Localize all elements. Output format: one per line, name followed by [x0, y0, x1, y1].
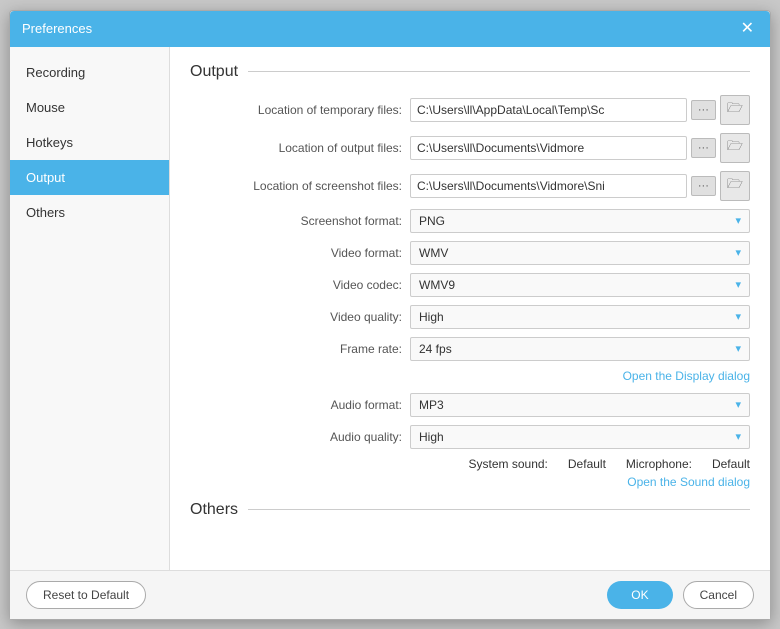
footer: Reset to Default OK Cancel	[10, 570, 770, 619]
audio-quality-row: Audio quality: High ▾	[190, 425, 750, 449]
video-format-field: WMV ▾	[410, 241, 750, 265]
video-quality-row: Video quality: High ▾	[190, 305, 750, 329]
temp-files-input[interactable]	[410, 98, 687, 122]
output-files-row: Location of output files: ··· 🗁	[190, 133, 750, 163]
sound-info-row: System sound: Default Microphone: Defaul…	[190, 457, 750, 471]
sidebar: Recording Mouse Hotkeys Output Others	[10, 47, 170, 570]
screenshot-files-input[interactable]	[410, 174, 687, 198]
output-files-dots-button[interactable]: ···	[691, 138, 716, 158]
audio-quality-field: High ▾	[410, 425, 750, 449]
screenshot-files-row: Location of screenshot files: ··· 🗁	[190, 171, 750, 201]
reset-to-default-button[interactable]: Reset to Default	[26, 581, 146, 609]
audio-quality-select[interactable]: High ▾	[410, 425, 750, 449]
sidebar-item-recording[interactable]: Recording	[10, 55, 169, 90]
others-section: Others	[190, 501, 750, 519]
preferences-window: Preferences ✕ Recording Mouse Hotkeys Ou…	[9, 10, 771, 620]
audio-format-select[interactable]: MP3 ▾	[410, 393, 750, 417]
screenshot-format-label: Screenshot format:	[190, 214, 410, 228]
footer-right-buttons: OK Cancel	[607, 581, 754, 609]
close-button[interactable]: ✕	[737, 19, 758, 39]
audio-format-label: Audio format:	[190, 398, 410, 412]
video-format-label: Video format:	[190, 246, 410, 260]
video-codec-label: Video codec:	[190, 278, 410, 292]
audio-format-row: Audio format: MP3 ▾	[190, 393, 750, 417]
chevron-down-icon: ▾	[735, 342, 741, 355]
output-files-field: ··· 🗁	[410, 133, 750, 163]
others-section-title: Others	[190, 501, 750, 519]
sidebar-item-output[interactable]: Output	[10, 160, 169, 195]
frame-rate-row: Frame rate: 24 fps ▾	[190, 337, 750, 361]
screenshot-files-label: Location of screenshot files:	[190, 179, 410, 193]
video-format-select[interactable]: WMV ▾	[410, 241, 750, 265]
sidebar-item-mouse[interactable]: Mouse	[10, 90, 169, 125]
output-files-input[interactable]	[410, 136, 687, 160]
video-codec-row: Video codec: WMV9 ▾	[190, 273, 750, 297]
chevron-down-icon: ▾	[735, 398, 741, 411]
chevron-down-icon: ▾	[735, 278, 741, 291]
audio-quality-label: Audio quality:	[190, 430, 410, 444]
screenshot-format-field: PNG ▾	[410, 209, 750, 233]
temp-files-row: Location of temporary files: ··· 🗁	[190, 95, 750, 125]
screenshot-files-dots-button[interactable]: ···	[691, 176, 716, 196]
microphone-label: Microphone:	[626, 457, 692, 471]
frame-rate-label: Frame rate:	[190, 342, 410, 356]
output-files-folder-button[interactable]: 🗁	[720, 133, 750, 163]
system-sound-value: Default	[568, 457, 606, 471]
output-section-title: Output	[190, 63, 750, 81]
temp-files-folder-button[interactable]: 🗁	[720, 95, 750, 125]
cancel-button[interactable]: Cancel	[683, 581, 754, 609]
open-sound-link[interactable]: Open the Sound dialog	[190, 475, 750, 489]
sidebar-item-others[interactable]: Others	[10, 195, 169, 230]
content-area: Output Location of temporary files: ··· …	[170, 47, 770, 570]
title-bar: Preferences ✕	[10, 11, 770, 47]
chevron-down-icon: ▾	[735, 430, 741, 443]
screenshot-format-select[interactable]: PNG ▾	[410, 209, 750, 233]
chevron-down-icon: ▾	[735, 214, 741, 227]
chevron-down-icon: ▾	[735, 246, 741, 259]
screenshot-files-field: ··· 🗁	[410, 171, 750, 201]
window-body: Recording Mouse Hotkeys Output Others Ou…	[10, 47, 770, 570]
video-format-row: Video format: WMV ▾	[190, 241, 750, 265]
video-quality-field: High ▾	[410, 305, 750, 329]
audio-format-field: MP3 ▾	[410, 393, 750, 417]
frame-rate-select[interactable]: 24 fps ▾	[410, 337, 750, 361]
temp-files-field: ··· 🗁	[410, 95, 750, 125]
system-sound-label: System sound:	[469, 457, 548, 471]
screenshot-format-row: Screenshot format: PNG ▾	[190, 209, 750, 233]
frame-rate-field: 24 fps ▾	[410, 337, 750, 361]
screenshot-files-folder-button[interactable]: 🗁	[720, 171, 750, 201]
video-codec-field: WMV9 ▾	[410, 273, 750, 297]
video-codec-select[interactable]: WMV9 ▾	[410, 273, 750, 297]
sidebar-item-hotkeys[interactable]: Hotkeys	[10, 125, 169, 160]
video-quality-select[interactable]: High ▾	[410, 305, 750, 329]
temp-files-label: Location of temporary files:	[190, 103, 410, 117]
open-display-link[interactable]: Open the Display dialog	[190, 369, 750, 383]
chevron-down-icon: ▾	[735, 310, 741, 323]
temp-files-dots-button[interactable]: ···	[691, 100, 716, 120]
output-files-label: Location of output files:	[190, 141, 410, 155]
window-title: Preferences	[22, 21, 92, 36]
video-quality-label: Video quality:	[190, 310, 410, 324]
microphone-value: Default	[712, 457, 750, 471]
ok-button[interactable]: OK	[607, 581, 672, 609]
